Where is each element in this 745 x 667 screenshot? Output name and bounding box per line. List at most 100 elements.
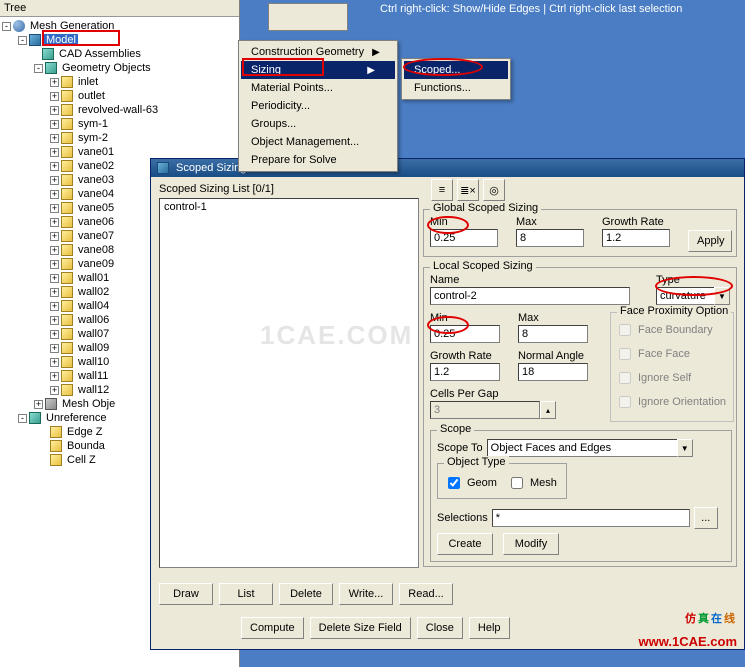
selections-input[interactable]: [492, 509, 690, 527]
menu-item[interactable]: Periodicity...: [241, 97, 395, 115]
expand-icon[interactable]: +: [50, 218, 59, 227]
expand-icon[interactable]: +: [50, 316, 59, 325]
expand-icon[interactable]: +: [50, 134, 59, 143]
expand-icon[interactable]: +: [50, 232, 59, 241]
collapse-icon[interactable]: -: [2, 22, 11, 31]
tree-item[interactable]: +vane01: [2, 145, 239, 159]
geometry-icon: [61, 132, 73, 144]
global-max-input[interactable]: [516, 229, 584, 247]
expand-icon[interactable]: +: [50, 386, 59, 395]
scope-to-dropdown[interactable]: ▼: [487, 439, 693, 457]
menu-item[interactable]: Prepare for Solve: [241, 151, 395, 169]
expand-icon[interactable]: +: [50, 302, 59, 311]
tree-model[interactable]: -Model: [2, 33, 239, 47]
expand-icon[interactable]: +: [34, 400, 43, 409]
menu-item[interactable]: Sizing▶: [241, 61, 395, 79]
tree-item[interactable]: +inlet: [2, 75, 239, 89]
target-button[interactable]: ◎: [483, 179, 505, 201]
geometry-icon: [61, 90, 73, 102]
chevron-down-icon[interactable]: ▼: [677, 439, 693, 457]
expand-icon[interactable]: +: [50, 190, 59, 199]
deselect-button[interactable]: ≣×: [457, 179, 479, 201]
expand-icon[interactable]: +: [50, 274, 59, 283]
expand-icon[interactable]: +: [50, 92, 59, 101]
menu-item[interactable]: Material Points...: [241, 79, 395, 97]
mesh-checkbox[interactable]: Mesh: [507, 474, 557, 492]
read-button[interactable]: Read...: [399, 583, 453, 605]
modify-button[interactable]: Modify: [503, 533, 559, 555]
menu-item-scoped[interactable]: Scoped...: [404, 61, 508, 79]
list-button[interactable]: List: [219, 583, 273, 605]
local-max-input[interactable]: [518, 325, 588, 343]
apply-button[interactable]: Apply: [688, 230, 732, 252]
proximity-checkbox[interactable]: Face Face: [615, 345, 729, 363]
local-min-input[interactable]: [430, 325, 500, 343]
model-icon: [29, 34, 41, 46]
browse-button[interactable]: ...: [694, 507, 718, 529]
help-button[interactable]: Help: [469, 617, 510, 639]
expand-icon[interactable]: +: [50, 204, 59, 213]
tree-label: wall10: [76, 356, 111, 368]
name-input[interactable]: [430, 287, 630, 305]
submenu-sizing[interactable]: Scoped... Functions...: [401, 58, 511, 100]
draw-button[interactable]: Draw: [159, 583, 213, 605]
tree-label: Edge Z: [65, 426, 104, 438]
menu-item-functions[interactable]: Functions...: [404, 79, 508, 97]
sizing-list[interactable]: control-1: [159, 198, 419, 568]
create-button[interactable]: Create: [437, 533, 493, 555]
tree-label: wall07: [76, 328, 111, 340]
expand-icon[interactable]: +: [50, 106, 59, 115]
collapse-icon[interactable]: -: [18, 36, 27, 45]
expand-icon[interactable]: +: [50, 120, 59, 129]
proximity-checkbox[interactable]: Face Boundary: [615, 321, 729, 339]
expand-icon[interactable]: +: [50, 330, 59, 339]
expand-icon[interactable]: +: [50, 176, 59, 185]
expand-icon[interactable]: +: [50, 358, 59, 367]
tree-item[interactable]: +revolved-wall-63: [2, 103, 239, 117]
menu-item[interactable]: Object Management...: [241, 133, 395, 151]
delete-size-field-button[interactable]: Delete Size Field: [310, 617, 411, 639]
proximity-checkbox[interactable]: Ignore Self: [615, 369, 729, 387]
geom-checkbox[interactable]: Geom: [444, 474, 497, 492]
view-toolbar[interactable]: [268, 3, 348, 31]
expand-icon[interactable]: +: [50, 288, 59, 297]
menu-item[interactable]: Groups...: [241, 115, 395, 133]
proximity-checkbox[interactable]: Ignore Orientation: [615, 393, 729, 411]
geometry-icon: [61, 356, 73, 368]
write-button[interactable]: Write...: [339, 583, 393, 605]
tree-cad[interactable]: CAD Assemblies: [2, 47, 239, 61]
global-growth-input[interactable]: [602, 229, 670, 247]
collapse-icon[interactable]: -: [18, 414, 27, 423]
expand-icon[interactable]: +: [50, 78, 59, 87]
tree-root[interactable]: -Mesh Generation: [2, 19, 239, 33]
normal-angle-input[interactable]: [518, 363, 588, 381]
tree-item[interactable]: +outlet: [2, 89, 239, 103]
tree-label: vane03: [76, 174, 116, 186]
spinner-icon: ▴: [540, 401, 556, 419]
compute-button[interactable]: Compute: [241, 617, 304, 639]
collapse-icon[interactable]: -: [34, 64, 43, 73]
local-growth-input[interactable]: [430, 363, 500, 381]
expand-icon[interactable]: +: [50, 246, 59, 255]
type-dropdown[interactable]: ▼: [656, 287, 730, 305]
menu-label: Material Points...: [251, 82, 333, 94]
brand-logo: 仿真在线: [685, 606, 737, 627]
tree-item[interactable]: +sym-1: [2, 117, 239, 131]
expand-icon[interactable]: +: [50, 260, 59, 269]
select-all-button[interactable]: ≡: [431, 179, 453, 201]
global-sizing-group: Global Scoped Sizing Min Max Growth Rate…: [423, 209, 737, 257]
menu-item[interactable]: Construction Geometry▶: [241, 43, 395, 61]
tree-label: Unreference: [44, 412, 109, 424]
expand-icon[interactable]: +: [50, 162, 59, 171]
list-item[interactable]: control-1: [164, 201, 414, 213]
tree-geom-objects[interactable]: -Geometry Objects: [2, 61, 239, 75]
expand-icon[interactable]: +: [50, 344, 59, 353]
delete-button[interactable]: Delete: [279, 583, 333, 605]
expand-icon[interactable]: +: [50, 148, 59, 157]
chevron-down-icon[interactable]: ▼: [714, 287, 730, 305]
close-button[interactable]: Close: [417, 617, 463, 639]
context-menu-model[interactable]: Construction Geometry▶Sizing▶ Material Po…: [238, 40, 398, 172]
global-min-input[interactable]: [430, 229, 498, 247]
tree-item[interactable]: +sym-2: [2, 131, 239, 145]
expand-icon[interactable]: +: [50, 372, 59, 381]
